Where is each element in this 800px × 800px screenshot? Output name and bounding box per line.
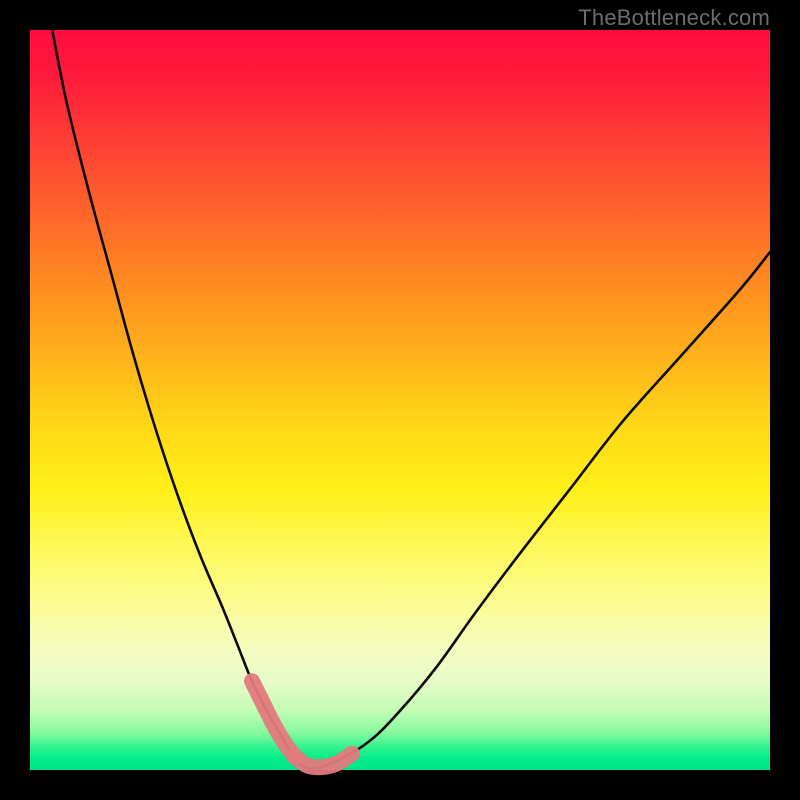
highlight-bottom — [295, 754, 352, 768]
highlight-left — [252, 681, 295, 756]
outer-frame: TheBottleneck.com — [0, 0, 800, 800]
plot-area — [30, 30, 770, 770]
watermark-text: TheBottleneck.com — [578, 5, 770, 31]
bottleneck-curve — [52, 30, 770, 768]
chart-svg — [30, 30, 770, 770]
